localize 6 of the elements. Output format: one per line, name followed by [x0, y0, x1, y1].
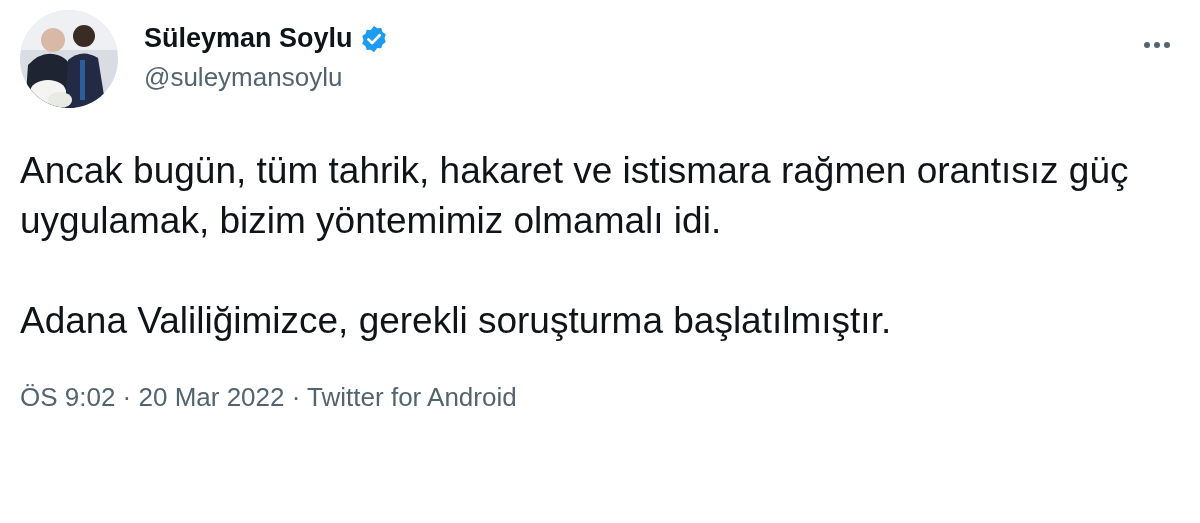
more-icon[interactable] [1144, 42, 1170, 48]
author-handle[interactable]: @suleymansoylu [144, 62, 389, 93]
tweet-text: Adana Valiliğimizce, gerekli soruşturma başlatılmıştır. [20, 299, 893, 343]
tweet-text: Ancak bugün, tüm tahrik, hakaret ve istismara rağmen orantısız güç uygulamak, bizim yöntemimiz olmamalı idi. [20, 149, 1130, 243]
tweet-metadata: ÖS 9:02 · 20 Mar 2022 · Twitter for Android [20, 382, 518, 413]
author-name[interactable]: Süleyman Soylu [144, 23, 353, 54]
